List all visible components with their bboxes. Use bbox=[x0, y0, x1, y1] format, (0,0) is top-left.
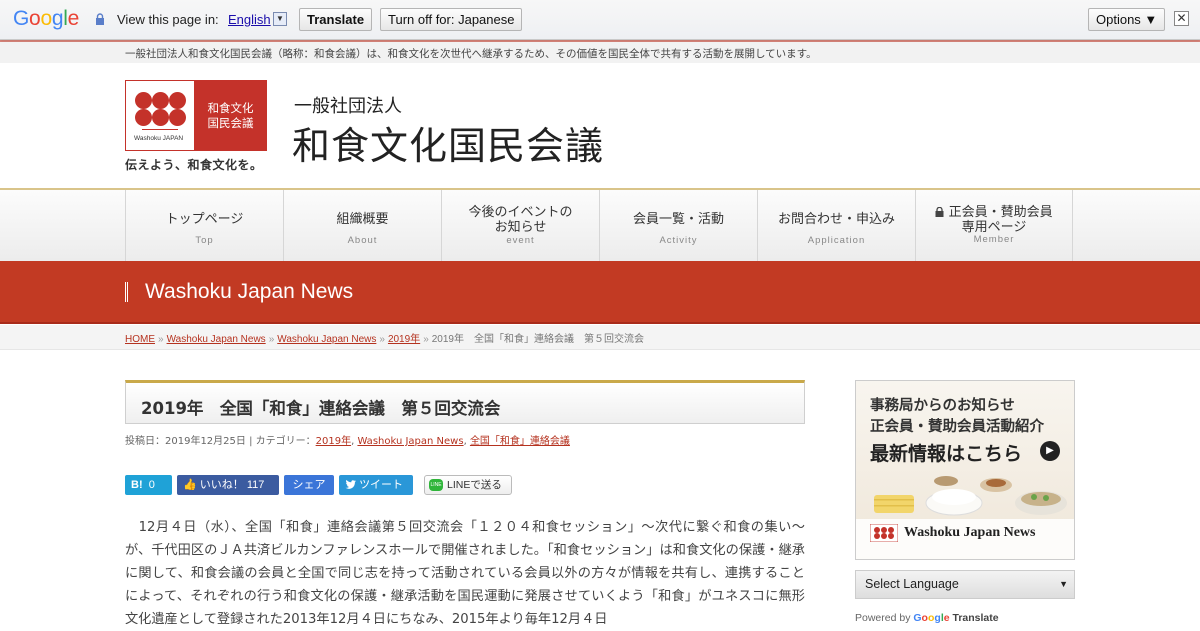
logo-dot bbox=[152, 109, 169, 126]
nav-sublabel: event bbox=[506, 235, 535, 246]
language-select-value: Select Language bbox=[865, 577, 959, 591]
lock-icon bbox=[935, 206, 944, 217]
thumbs-up-icon: 👍 bbox=[183, 479, 197, 491]
nav-item-about[interactable]: 組織概要 About bbox=[283, 190, 441, 261]
tweet-label: ツイート bbox=[359, 479, 404, 491]
nav-item-member[interactable]: 正会員・賛助会員 専用ページ Member bbox=[915, 190, 1073, 261]
meta-prefix: 投稿日：2019年12月25日 | カテゴリー： bbox=[125, 436, 316, 447]
hatena-count: 0 bbox=[148, 479, 155, 491]
powered-by-google: Powered by Google Translate bbox=[855, 612, 999, 624]
arrow-right-icon: ▶ bbox=[1040, 441, 1060, 461]
translate-button[interactable]: Translate bbox=[299, 8, 373, 31]
category-link[interactable]: 2019年 bbox=[316, 436, 351, 447]
view-page-label: View this page in: bbox=[117, 12, 219, 27]
powered-prefix: Powered by bbox=[855, 612, 911, 624]
logo-dot bbox=[135, 92, 152, 109]
nav-sublabel: Activity bbox=[659, 235, 698, 246]
section-title: Washoku Japan News bbox=[145, 280, 354, 303]
options-button[interactable]: Options ▼ bbox=[1088, 8, 1166, 31]
nav-item-activity[interactable]: 会員一覧・活動 Activity bbox=[599, 190, 757, 261]
breadcrumb-separator: » bbox=[268, 334, 275, 345]
language-dropdown-icon[interactable]: ▼ bbox=[273, 12, 287, 26]
logo-en-text: Washoku JAPAN bbox=[134, 135, 184, 142]
line-share-button[interactable]: LINE LINEで送る bbox=[424, 475, 512, 495]
logo-text-line1: 和食文化 bbox=[207, 101, 254, 115]
logo-dot bbox=[169, 92, 186, 109]
nav-label: 組織概要 bbox=[336, 212, 389, 227]
banner-mark bbox=[125, 282, 128, 302]
breadcrumb-link[interactable]: Washoku Japan News bbox=[277, 334, 376, 345]
logo-text: 和食文化 国民会議 bbox=[194, 81, 267, 150]
nav-sublabel: Top bbox=[195, 235, 214, 246]
news-promo-banner[interactable]: 事務局からのお知らせ 正会員・賛助会員活動紹介 最新情報はこちら ▶ Washo… bbox=[855, 380, 1075, 560]
site-tagline: 一般社団法人和食文化国民会議（略称：和食会議）は、和食文化を次世代へ継承するため… bbox=[125, 48, 817, 60]
line-label: LINEで送る bbox=[447, 479, 502, 491]
close-icon[interactable]: ✕ bbox=[1174, 11, 1189, 26]
breadcrumb-separator: » bbox=[379, 334, 385, 345]
article-body: 12月４日（水）、全国「和食」連絡会議第５回交流会「１２０４和食セッション」～次… bbox=[125, 520, 805, 627]
language-link[interactable]: English bbox=[228, 12, 271, 27]
breadcrumb-link[interactable]: Washoku Japan News bbox=[167, 334, 266, 345]
article-meta: 投稿日：2019年12月25日 | カテゴリー：2019年, Washoku J… bbox=[125, 436, 570, 447]
slogan: 伝えよう、和食文化を。 bbox=[125, 158, 263, 172]
google-wordmark[interactable]: Google bbox=[913, 612, 949, 624]
washoku-logo-icon bbox=[870, 524, 898, 542]
logo-mark: Washoku JAPAN bbox=[126, 81, 194, 150]
hatena-icon: B! bbox=[131, 479, 143, 491]
nav-item-application[interactable]: お問合わせ・申込み Application bbox=[757, 190, 915, 261]
promo-line3: 最新情報はこちら bbox=[870, 443, 1023, 465]
nav-label-text: 正会員・賛助会員 bbox=[948, 205, 1053, 220]
article-title: 2019年 全国「和食」連絡会議 第５回交流会 bbox=[141, 399, 501, 418]
main-nav: トップページ Top 組織概要 About 今後のイベントの お知らせ even… bbox=[0, 188, 1200, 261]
hatena-bookmark-button[interactable]: B! 0 bbox=[125, 475, 172, 495]
promo-line1: 事務局からのお知らせ bbox=[870, 398, 1015, 414]
chevron-down-icon: ▼ bbox=[1059, 579, 1068, 589]
fb-like-label: いいね！ bbox=[199, 479, 244, 491]
google-translate-bar: Google View this page in: English ▼ Tran… bbox=[0, 0, 1200, 40]
logo-dot bbox=[135, 109, 152, 126]
nav-label-line2: 専用ページ bbox=[961, 220, 1027, 235]
language-select[interactable]: Select Language ▼ bbox=[855, 570, 1075, 599]
category-link[interactable]: Washoku Japan News bbox=[357, 436, 463, 447]
google-logo: Google bbox=[13, 7, 79, 30]
tweet-button[interactable]: ツイート bbox=[339, 475, 413, 495]
facebook-like-button[interactable]: 👍 いいね！ 117 bbox=[177, 475, 279, 495]
breadcrumb-separator: » bbox=[158, 334, 164, 345]
logo-text-line2: 国民会議 bbox=[207, 116, 254, 130]
nav-sublabel: About bbox=[347, 235, 378, 246]
powered-translate[interactable]: Translate bbox=[953, 612, 999, 624]
breadcrumb-link[interactable]: 2019年 bbox=[388, 334, 420, 345]
nav-label: お問合わせ・申込み bbox=[777, 212, 895, 227]
line-icon: LINE bbox=[429, 479, 443, 491]
nav-item-top[interactable]: トップページ Top bbox=[125, 190, 283, 261]
logo-dot bbox=[169, 109, 186, 126]
turn-off-button[interactable]: Turn off for: Japanese bbox=[380, 8, 523, 31]
promo-brand: Washoku Japan News bbox=[904, 525, 1036, 540]
nav-label: トップページ bbox=[165, 212, 244, 227]
nav-label: 正会員・賛助会員 bbox=[916, 205, 1072, 220]
breadcrumb-home[interactable]: HOME bbox=[125, 334, 155, 345]
nav-sublabel: Member bbox=[973, 234, 1015, 245]
facebook-share-button[interactable]: シェア bbox=[284, 475, 334, 495]
nav-label: 会員一覧・活動 bbox=[632, 212, 724, 227]
logo-dot bbox=[152, 92, 169, 109]
fb-like-count: 117 bbox=[246, 479, 265, 491]
nav-item-event[interactable]: 今後のイベントの お知らせ event bbox=[441, 190, 599, 261]
twitter-bird-icon bbox=[345, 479, 356, 489]
nav-sublabel: Application bbox=[807, 235, 866, 246]
nav-label-line2: お知らせ bbox=[494, 220, 547, 235]
nav-label: 今後のイベントの bbox=[468, 205, 573, 220]
site-logo[interactable]: Washoku JAPAN 和食文化 国民会議 bbox=[125, 80, 267, 151]
breadcrumb-separator: » bbox=[423, 334, 429, 345]
org-name[interactable]: 和食文化国民会議 bbox=[292, 115, 604, 170]
breadcrumb-current: 2019年 全国「和食」連絡会議 第５回交流会 bbox=[431, 334, 644, 345]
category-link[interactable]: 全国「和食」連絡会議 bbox=[470, 436, 570, 447]
lock-icon bbox=[96, 13, 104, 25]
promo-line2: 正会員・賛助会員活動紹介 bbox=[870, 419, 1044, 435]
logo-line bbox=[142, 129, 178, 130]
breadcrumb: HOME» Washoku Japan News» Washoku Japan Ne… bbox=[125, 330, 644, 345]
